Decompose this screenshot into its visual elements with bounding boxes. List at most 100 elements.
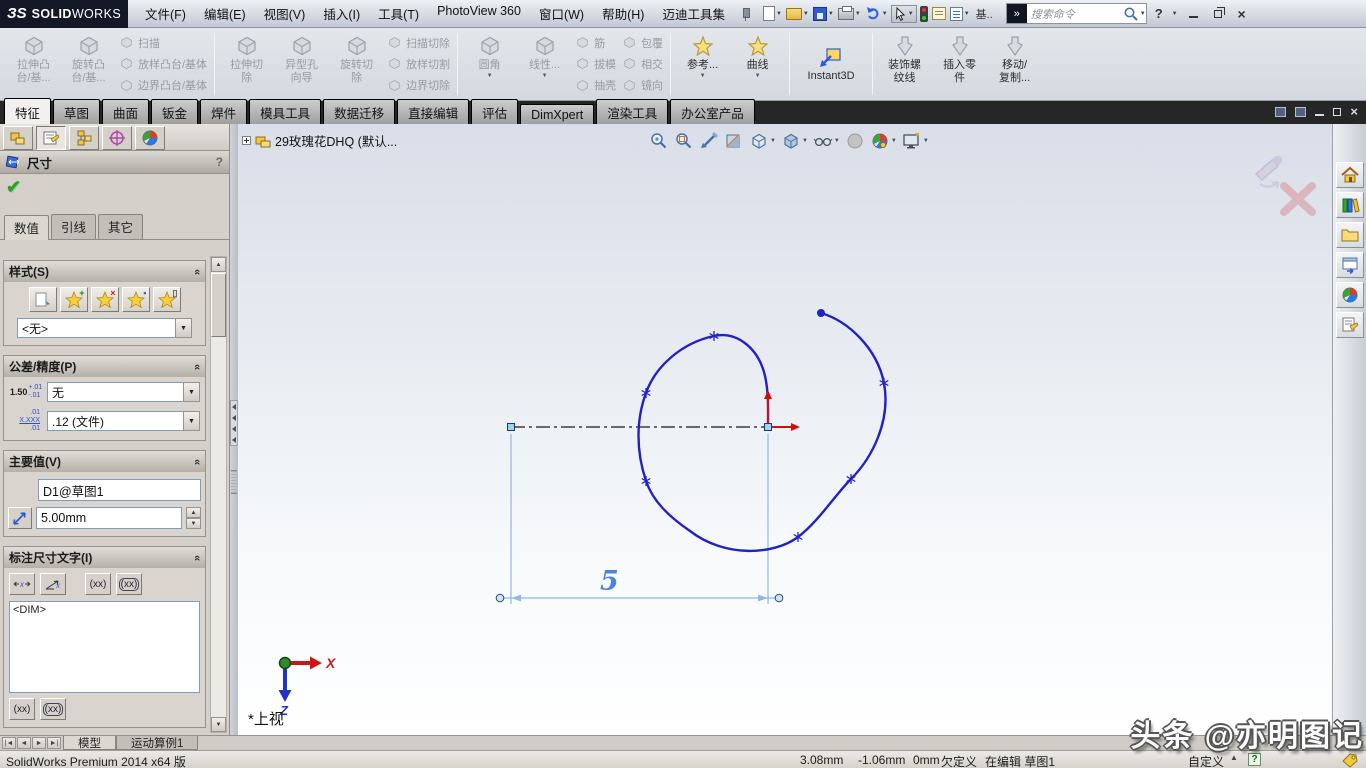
first-tab-icon[interactable]: |◄ (2, 737, 16, 749)
doc-window-icon[interactable] (1295, 107, 1306, 117)
ribbon-small-button[interactable]: 抽壳 (575, 76, 616, 94)
search-command-box[interactable]: » 搜索命令 ▼ (1006, 3, 1147, 24)
value-tab[interactable]: 引线 (51, 214, 96, 239)
dimension-grip[interactable] (496, 594, 504, 602)
spinner-up-icon[interactable]: ▲ (186, 507, 201, 518)
scroll-down-icon[interactable]: ▼ (211, 717, 226, 732)
dropdown-arrow-icon[interactable]: ▼ (183, 382, 200, 402)
value-tab[interactable]: 数值 (4, 215, 49, 240)
command-tab[interactable]: 曲面 (102, 99, 149, 124)
doc-window-icon[interactable] (1275, 107, 1286, 117)
performance-button[interactable] (919, 4, 929, 24)
select-tool-button[interactable]: ▼ (891, 5, 917, 23)
command-tab[interactable]: 数据迁移 (323, 99, 395, 124)
configuration-label[interactable]: 自定义 (1188, 753, 1224, 768)
primary-value-section-header[interactable]: 主要值(V)« (4, 451, 205, 472)
ribbon-small-button[interactable]: 筋 (575, 34, 616, 52)
new-document-button[interactable]: ▼ (762, 4, 783, 23)
help-button[interactable]: ? (1155, 6, 1163, 21)
ribbon-big-button[interactable]: Instant3D▼ (794, 30, 868, 98)
tag-icon[interactable] (1342, 753, 1358, 768)
ribbon-big-button[interactable]: 装饰螺 纹线▼ (877, 30, 932, 98)
dimxpert-manager-tab[interactable] (102, 126, 132, 150)
doc-tab[interactable]: 模型 (63, 736, 116, 750)
panel-collapse-handle[interactable] (230, 400, 238, 446)
ribbon-small-button[interactable]: 扫描切除 (387, 34, 450, 52)
file-explorer-button[interactable] (1336, 222, 1364, 248)
style-section-header[interactable]: 样式(S)« (4, 261, 205, 282)
panel-splitter[interactable] (230, 124, 238, 735)
spline-endpoint[interactable] (817, 309, 825, 317)
load-style-button[interactable]: ▯ (153, 287, 181, 312)
ribbon-small-button[interactable]: 拔模 (575, 55, 616, 73)
ribbon-big-button[interactable]: 拉伸切 除▼ (219, 30, 274, 98)
configuration-manager-tab[interactable] (69, 126, 99, 150)
value-arrows-icon[interactable] (8, 507, 32, 529)
ribbon-small-button[interactable]: 放样凸台/基体 (119, 55, 207, 73)
parenthesis-button[interactable]: (xx) (85, 573, 111, 595)
truncated-toolbar-item[interactable]: 基.. (976, 6, 993, 22)
doc-minimize-icon[interactable] (1315, 108, 1324, 116)
dropdown-arrow-icon[interactable]: ▼ (183, 411, 200, 431)
minimize-button[interactable] (1186, 7, 1202, 21)
precision-dropdown[interactable]: .12 (文件) ▼ (47, 411, 200, 431)
ribbon-big-button[interactable]: 拉伸凸 台/基...▼ (6, 30, 61, 98)
ribbon-big-button[interactable]: 曲线▼ (730, 30, 785, 98)
style-dropdown[interactable]: <无> ▼ (17, 318, 192, 338)
menu-item[interactable]: 插入(I) (314, 0, 369, 28)
command-tab[interactable]: 特征 (4, 98, 51, 124)
dimension-text-section-header[interactable]: 标注尺寸文字(I)« (4, 547, 205, 568)
command-tab[interactable]: 渲染工具 (596, 99, 668, 124)
panel-help-button[interactable]: ? (216, 155, 223, 169)
dimension-name-field[interactable]: D1@草图1 (38, 479, 201, 501)
custom-properties-button[interactable] (1336, 312, 1364, 338)
pin-icon[interactable] (738, 7, 752, 21)
ribbon-small-button[interactable]: 镜向 (622, 76, 663, 94)
ribbon-big-button[interactable]: 异型孔 向导▼ (274, 30, 329, 98)
horizontal-dim-text-button[interactable]: x (9, 573, 35, 595)
graphics-viewport[interactable]: 29玫瑰花DHQ (默认... ▼ ▼ ▼ ▼ ▼ (238, 124, 1332, 735)
ribbon-small-button[interactable]: 包覆 (622, 34, 663, 52)
add-style-button[interactable]: + (60, 287, 88, 312)
command-tab[interactable]: 模具工具 (249, 99, 321, 124)
ribbon-big-button[interactable]: 参考...▼ (675, 30, 730, 98)
property-manager-tab[interactable] (36, 126, 66, 150)
splitter-grip[interactable] (231, 470, 237, 494)
ribbon-big-button[interactable]: 旋转凸 台/基...▼ (61, 30, 116, 98)
command-tab[interactable]: 钣金 (151, 99, 198, 124)
dimension-value-field[interactable]: 5.00mm (36, 507, 182, 529)
tolerance-section-header[interactable]: 公差/精度(P)« (4, 356, 205, 377)
ribbon-small-button[interactable]: 相交 (622, 55, 663, 73)
panel-scrollbar[interactable]: ▲ ▼ (210, 256, 227, 733)
spline-points[interactable] (642, 331, 889, 542)
save-style-button[interactable]: ▪ (122, 287, 150, 312)
print-button[interactable]: ▼ (837, 6, 862, 22)
options-button[interactable]: ▼ (949, 5, 971, 23)
dimension-text-area[interactable]: <DIM> (9, 601, 200, 693)
prev-tab-icon[interactable]: ◄ (17, 737, 31, 749)
ribbon-small-button[interactable]: 扫描 (119, 34, 207, 52)
menu-item[interactable]: 文件(F) (136, 0, 195, 28)
open-document-button[interactable]: ▼ (785, 6, 810, 22)
spinner-down-icon[interactable]: ▼ (186, 518, 201, 529)
scroll-up-icon[interactable]: ▲ (211, 257, 226, 272)
ribbon-big-button[interactable]: 线性...▼ (517, 30, 572, 98)
dimension-grip[interactable] (775, 594, 783, 602)
home-tab-button[interactable] (1336, 162, 1364, 188)
command-tab[interactable]: 办公室产品 (670, 99, 755, 124)
sketch-canvas[interactable]: 5 (238, 124, 1332, 735)
search-magnifier-icon[interactable] (1123, 6, 1139, 22)
menu-item[interactable]: 迈迪工具集 (653, 0, 734, 28)
tolerance-type-dropdown[interactable]: 无 ▼ (47, 382, 200, 402)
menu-item[interactable]: 视图(V) (255, 0, 315, 28)
ribbon-big-button[interactable]: 旋转切 除▼ (329, 30, 384, 98)
ribbon-big-button[interactable]: 移动/ 复制...▼ (987, 30, 1042, 98)
dimension-value-text[interactable]: 5 (600, 566, 619, 597)
menu-item[interactable]: 编辑(E) (195, 0, 255, 28)
spline-curve[interactable] (639, 309, 889, 551)
boxed-parenthesis-button-cropped[interactable]: (xx) (40, 698, 66, 720)
delete-style-button[interactable]: × (91, 287, 119, 312)
view-palette-button[interactable] (1336, 252, 1364, 278)
restore-button[interactable] (1210, 7, 1226, 21)
ok-check-button[interactable]: ✔ (6, 177, 21, 198)
